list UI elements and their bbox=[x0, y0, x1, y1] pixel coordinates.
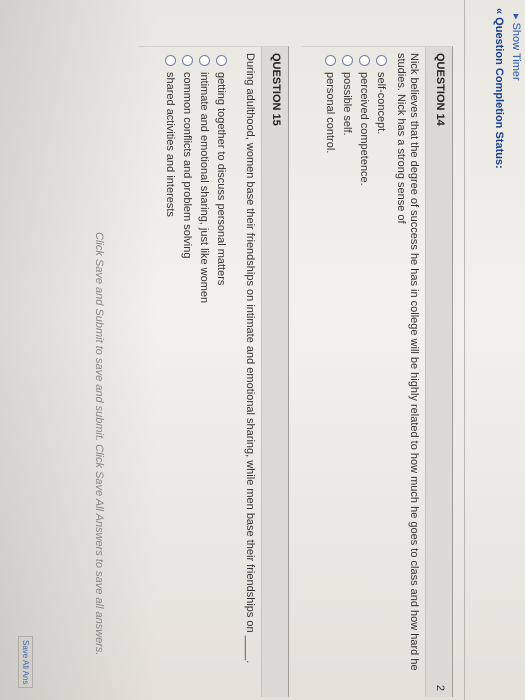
answer-option[interactable]: common conflicts and problem solving bbox=[179, 55, 196, 303]
radio-button[interactable] bbox=[376, 55, 387, 66]
question-text: During adulthood, women base their frien… bbox=[244, 53, 256, 664]
save-all-answers-button[interactable]: Save All Ans bbox=[18, 636, 33, 689]
question-completion-status[interactable]: « Question Completion Status: bbox=[493, 8, 505, 169]
quiz-page: ▸ Show Timer « Question Completion Statu… bbox=[0, 0, 525, 700]
answer-option-label: perceived competence. bbox=[358, 72, 371, 186]
radio-button[interactable] bbox=[216, 55, 227, 66]
radio-button[interactable] bbox=[325, 55, 336, 66]
answer-option-label: shared activities and interests bbox=[164, 72, 177, 217]
answer-option-label: personal control. bbox=[324, 72, 337, 154]
answer-option[interactable]: possible self. bbox=[339, 55, 356, 186]
show-timer-link[interactable]: ▸ Show Timer bbox=[510, 14, 523, 81]
answer-option[interactable]: self-concept. bbox=[373, 55, 390, 186]
submit-instructions: Click Save and Submit to save and submit… bbox=[93, 232, 105, 656]
question-14-panel: QUESTION 14 2 Nick believes that the deg… bbox=[302, 46, 453, 697]
question-title: QUESTION 15 bbox=[270, 53, 282, 126]
answer-option[interactable]: getting together to discuss personal mat… bbox=[213, 55, 230, 303]
answer-option[interactable]: perceived competence. bbox=[356, 55, 373, 186]
question-points: 2 bbox=[434, 684, 446, 691]
question-title: QUESTION 14 bbox=[434, 53, 446, 126]
answer-option-label: intimate and emotional sharing, just lik… bbox=[198, 72, 211, 304]
answer-option-label: possible self. bbox=[341, 72, 354, 136]
radio-button[interactable] bbox=[359, 55, 370, 66]
radio-button[interactable] bbox=[342, 55, 353, 66]
answer-option-label: getting together to discuss personal mat… bbox=[215, 72, 228, 286]
answer-options: getting together to discuss personal mat… bbox=[162, 55, 230, 303]
answer-option[interactable]: shared activities and interests bbox=[162, 55, 179, 303]
answer-option[interactable]: intimate and emotional sharing, just lik… bbox=[196, 55, 213, 303]
quiz-toolbar: ▸ Show Timer « Question Completion Statu… bbox=[464, 0, 525, 700]
answer-option-label: common conflicts and problem solving bbox=[181, 72, 194, 259]
question-header: QUESTION 14 2 bbox=[425, 47, 452, 697]
radio-button[interactable] bbox=[165, 55, 176, 66]
question-text: Nick believes that the degree of success… bbox=[395, 53, 420, 671]
question-header: QUESTION 15 bbox=[261, 47, 288, 697]
answer-options: self-concept. perceived competence. poss… bbox=[322, 55, 390, 186]
answer-option-label: self-concept. bbox=[375, 72, 388, 135]
answer-option[interactable]: personal control. bbox=[322, 55, 339, 186]
question-15-panel: QUESTION 15 During adulthood, women base… bbox=[138, 46, 289, 697]
radio-button[interactable] bbox=[182, 55, 193, 66]
radio-button[interactable] bbox=[199, 55, 210, 66]
